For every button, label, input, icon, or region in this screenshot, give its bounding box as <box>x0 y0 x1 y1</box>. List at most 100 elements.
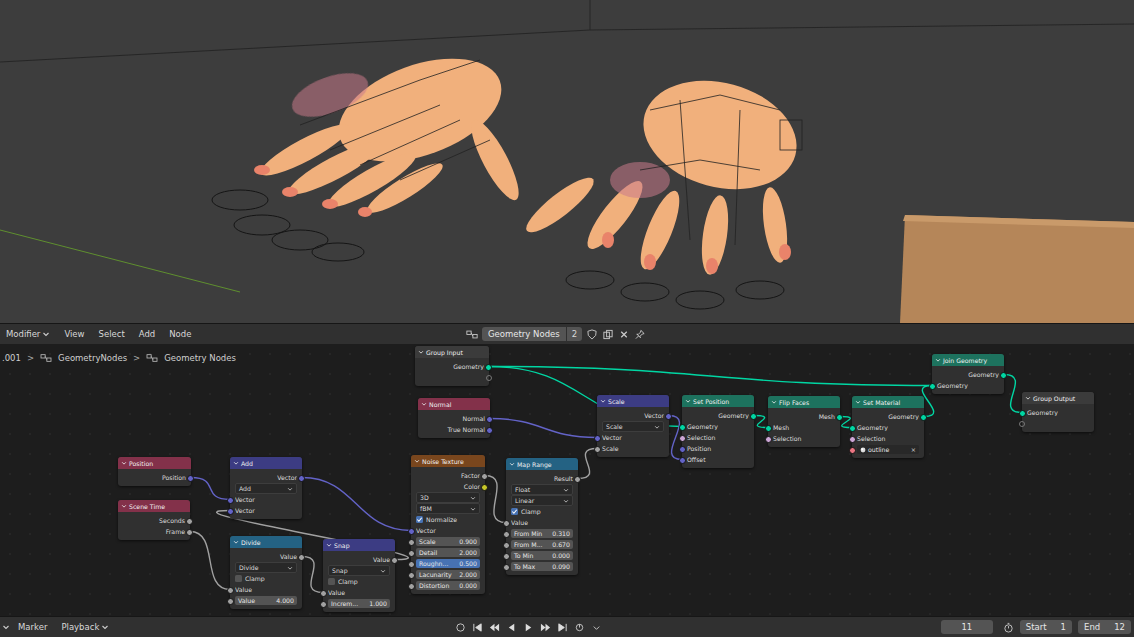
input-socket[interactable] <box>765 436 772 443</box>
input-socket[interactable] <box>765 425 772 432</box>
node-header[interactable]: Group Input <box>415 346 489 358</box>
input-socket[interactable] <box>679 435 686 442</box>
output-socket[interactable] <box>486 416 493 423</box>
collapse-chevron-icon[interactable] <box>121 460 127 466</box>
dropdown[interactable]: 3D <box>416 492 480 503</box>
header-menu[interactable]: View <box>58 327 90 341</box>
output-socket[interactable] <box>391 557 398 564</box>
collapse-chevron-icon[interactable] <box>771 399 777 405</box>
collapse-chevron-icon[interactable] <box>414 458 420 464</box>
output-socket[interactable] <box>481 473 488 480</box>
material-field[interactable]: outline × <box>857 445 919 454</box>
dropdown[interactable]: Add <box>235 483 297 494</box>
collapse-chevron-icon[interactable] <box>509 461 515 467</box>
node-header[interactable]: Set Position <box>682 395 754 407</box>
breadcrumb-item[interactable]: .001 <box>2 353 21 363</box>
node-header[interactable]: Map Range <box>506 458 578 470</box>
virtual-socket[interactable] <box>486 375 492 381</box>
collapse-chevron-icon[interactable] <box>1025 395 1031 401</box>
dropdown[interactable]: fBM <box>416 503 480 514</box>
number-field[interactable]: Increm... 1.000 <box>328 599 390 608</box>
node[interactable]: Normal Normal True Normal <box>418 398 490 438</box>
input-socket[interactable] <box>408 528 415 535</box>
end-frame-field[interactable]: End 12 <box>1078 620 1131 634</box>
input-socket[interactable] <box>594 446 601 453</box>
number-field[interactable]: Lacunarity 2.000 <box>416 570 480 579</box>
unlink-x-icon[interactable] <box>618 329 630 340</box>
number-field[interactable]: Value 4.000 <box>235 596 297 605</box>
node-header[interactable]: Flip Faces <box>768 396 840 408</box>
input-socket[interactable] <box>320 601 327 608</box>
number-field[interactable]: Distortion 0.000 <box>416 581 480 590</box>
collapse-chevron-icon[interactable] <box>418 349 424 355</box>
number-field[interactable]: Detail 2.000 <box>416 548 480 557</box>
node[interactable]: Position Position <box>118 457 191 486</box>
collapse-chevron-icon[interactable] <box>233 539 239 545</box>
input-socket[interactable] <box>849 436 856 443</box>
checkbox-box[interactable] <box>328 578 335 585</box>
collapse-chevron-icon[interactable] <box>421 401 427 407</box>
input-socket[interactable] <box>929 383 936 390</box>
input-socket[interactable] <box>408 583 415 590</box>
node-header[interactable]: Position <box>118 457 191 469</box>
node-header[interactable]: Snap <box>323 539 395 551</box>
node-link[interactable] <box>485 476 506 523</box>
output-socket[interactable] <box>665 413 672 420</box>
node-link[interactable] <box>1004 375 1022 413</box>
node[interactable]: Scale Vector Scale Vector Scale <box>597 395 669 457</box>
node-link[interactable] <box>489 367 932 386</box>
node[interactable]: Flip Faces Mesh Mesh Selection <box>768 396 840 447</box>
input-socket[interactable] <box>227 497 234 504</box>
node[interactable]: Snap Value Snap Clamp Value Increm... 1.… <box>323 539 395 612</box>
output-socket[interactable] <box>298 475 305 482</box>
output-socket[interactable] <box>485 364 492 371</box>
output-socket[interactable] <box>298 554 305 561</box>
node-header[interactable]: Scene Time <box>118 500 190 512</box>
jump-start-icon[interactable] <box>472 622 483 633</box>
output-socket[interactable] <box>750 413 757 420</box>
number-field[interactable]: Roughn... 0.500 <box>416 559 480 568</box>
node-header[interactable]: Normal <box>418 398 490 410</box>
record-icon[interactable] <box>455 622 466 633</box>
fake-user-shield-icon[interactable] <box>586 329 598 340</box>
node-header[interactable]: Set Material <box>852 396 924 408</box>
input-socket[interactable] <box>503 542 510 549</box>
node[interactable]: Join Geometry Geometry Geometry <box>932 354 1004 394</box>
chevron-down-icon[interactable] <box>2 623 10 631</box>
node-header[interactable]: Divide <box>230 536 302 548</box>
node-link[interactable] <box>489 367 682 427</box>
input-socket[interactable] <box>503 531 510 538</box>
pin-icon[interactable] <box>634 329 646 340</box>
input-socket[interactable] <box>503 553 510 560</box>
clear-material-button[interactable]: × <box>911 446 916 453</box>
node[interactable]: Group Output Geometry <box>1022 392 1094 432</box>
collapse-chevron-icon[interactable] <box>233 460 239 466</box>
output-socket[interactable] <box>1000 372 1007 379</box>
output-socket[interactable] <box>187 475 194 482</box>
checkbox[interactable]: Normalize <box>416 516 480 523</box>
input-socket[interactable] <box>227 508 234 515</box>
input-socket[interactable] <box>227 587 234 594</box>
number-field[interactable]: Scale 0.900 <box>416 537 480 546</box>
input-socket[interactable] <box>679 457 686 464</box>
jump-end-icon[interactable] <box>557 622 568 633</box>
editor-type-menu[interactable]: Modifier <box>0 327 56 341</box>
dropdown[interactable]: Divide <box>235 562 297 573</box>
collapse-chevron-icon[interactable] <box>326 542 332 548</box>
input-socket[interactable] <box>503 520 510 527</box>
header-menu[interactable]: Select <box>93 327 131 341</box>
output-socket[interactable] <box>186 529 193 536</box>
collapse-chevron-icon[interactable] <box>685 398 691 404</box>
checkbox-box[interactable] <box>511 508 518 515</box>
collapse-chevron-icon[interactable] <box>855 399 861 405</box>
previous-keyframe-icon[interactable] <box>489 622 500 633</box>
input-socket[interactable] <box>679 446 686 453</box>
start-frame-field[interactable]: Start 1 <box>1020 620 1072 634</box>
output-socket[interactable] <box>836 414 843 421</box>
header-menu[interactable]: Add <box>133 327 161 341</box>
play-reverse-icon[interactable] <box>506 622 517 633</box>
node[interactable]: Add Vector Add Vector Vector <box>230 457 302 519</box>
checkbox-box[interactable] <box>416 516 423 523</box>
checkbox-box[interactable] <box>235 575 242 582</box>
3d-viewport[interactable] <box>0 0 1134 324</box>
